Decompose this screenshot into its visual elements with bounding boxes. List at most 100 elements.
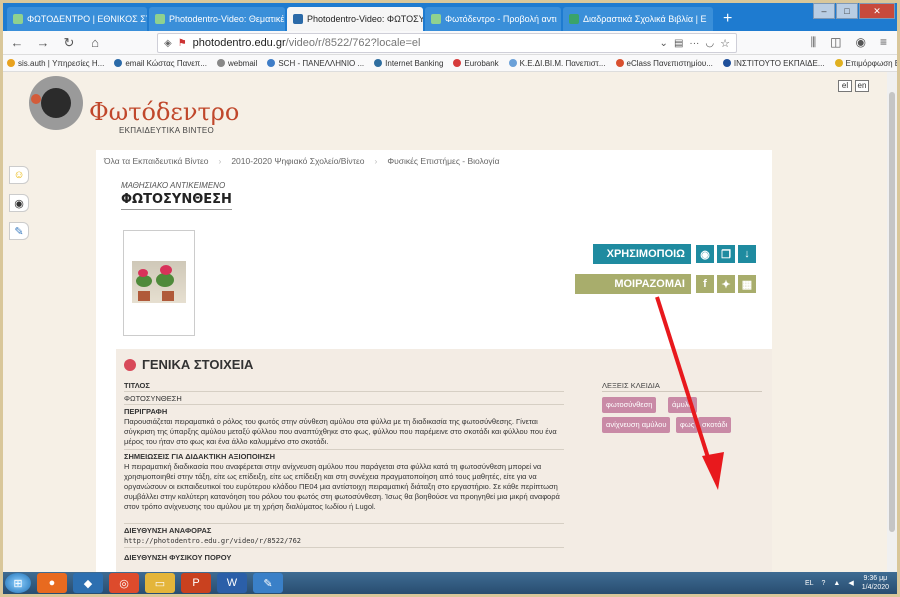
- home-icon[interactable]: ⌂: [87, 35, 103, 50]
- clock[interactable]: 9:36 μμ 1/4/2020: [862, 574, 889, 592]
- page-title: ΦΩΤΟΣΥΝΘΕΣΗ: [121, 192, 232, 210]
- qr-code-icon[interactable]: ▦: [738, 275, 756, 293]
- lang-el-button[interactable]: el: [838, 80, 852, 92]
- address-bar[interactable]: ◈ ⚑ photodentro.edu.gr/video/r/8522/762?…: [157, 33, 737, 53]
- tab-2[interactable]: Photodentro-Video: Θεματικέ ✕: [149, 7, 285, 31]
- keyword-tag[interactable]: άμυλο: [668, 397, 697, 413]
- reload-icon[interactable]: ↻: [61, 35, 77, 51]
- page-scrollbar[interactable]: [887, 72, 897, 572]
- bookmarks-bar: sis.auth | Υπηρεσίες Η... email Κώστας Π…: [3, 55, 897, 72]
- site-info-icon[interactable]: ⚑: [178, 38, 187, 49]
- bookmark-item[interactable]: sis.auth | Υπηρεσίες Η...: [7, 59, 104, 68]
- bookmark-star-icon[interactable]: ☆: [720, 37, 730, 50]
- powerpoint-icon[interactable]: P: [181, 573, 211, 593]
- notes-label: ΣΗΜΕΙΩΣΕΙΣ ΓΙΑ ΔΙΔΑΚΤΙΚΗ ΑΞΙΟΠΟΙΗΣΗ: [124, 452, 276, 461]
- divider: [124, 391, 564, 392]
- site-title[interactable]: Φωτόδεντρο: [89, 98, 239, 126]
- divider: [602, 391, 762, 392]
- reference-link[interactable]: http://photodentro.edu.gr/video/r/8522/7…: [124, 537, 301, 545]
- keywords-label: ΛΕΞΕΙΣ ΚΛΕΙΔΙΑ: [602, 381, 660, 390]
- paint-icon[interactable]: ✎: [253, 573, 283, 593]
- url-text: photodentro.edu.gr/video/r/8522/762?loca…: [192, 37, 421, 49]
- breadcrumb-item[interactable]: Φυσικές Επιστήμες - Βιολογία: [387, 156, 499, 166]
- bookmark-item[interactable]: email Κώστας Πανεπ...: [114, 59, 207, 68]
- physical-resource-label: ΔΙΕΥΘΥΝΣΗ ΦΥΣΙΚΟΥ ΠΟΡΟΥ: [124, 553, 232, 562]
- lang-en-button[interactable]: en: [855, 80, 869, 92]
- reference-label: ΔΙΕΥΘΥΝΣΗ ΑΝΑΦΟΡΑΣ: [124, 526, 212, 535]
- page-actions-icon[interactable]: ···: [689, 38, 699, 49]
- browser-tab-bar: ΦΩΤΟΔΕΝΤΡΟ | ΕΘΝΙΚΟΣ ΣΥΣ ✕ Photodentro-V…: [3, 3, 897, 31]
- back-icon[interactable]: ←: [9, 35, 25, 50]
- use-button[interactable]: ΧΡΗΣΙΜΟΠΟΙΩ: [593, 244, 691, 264]
- chrome-icon[interactable]: ◎: [109, 573, 139, 593]
- tab-4[interactable]: Φωτόδεντρο - Προβολή αντι ✕: [425, 7, 561, 31]
- scrollbar-thumb[interactable]: [889, 92, 895, 532]
- twitter-icon[interactable]: ✦: [717, 275, 735, 293]
- pot-shape: [138, 291, 150, 301]
- facebook-icon[interactable]: f: [696, 275, 714, 293]
- flower-shape: [138, 269, 148, 277]
- keyword-tag[interactable]: σκοτάδι: [698, 417, 732, 433]
- bookmark-favicon-icon: [722, 59, 731, 67]
- word-icon[interactable]: W: [217, 573, 247, 593]
- start-button-icon[interactable]: ⊞: [5, 573, 31, 593]
- pocket-icon[interactable]: ◡: [705, 38, 714, 49]
- photodentro-network-icon[interactable]: ◉: [9, 194, 29, 212]
- breadcrumb-item[interactable]: 2010-2020 Ψηφιακό Σχολείο/Βίντεο: [231, 156, 364, 166]
- bookmark-item[interactable]: Επιμόρφωση Β2 Επιπ...: [834, 59, 897, 68]
- site-subtitle: ΕΚΠΑΙΔΕΥΤΙΚΑ ΒΙΝΤΕΟ: [119, 126, 215, 135]
- help-icon[interactable]: ?: [822, 580, 826, 587]
- url-dropdown-icon[interactable]: ⌄: [660, 38, 668, 49]
- bookmark-item[interactable]: Κ.Ε.ΔΙ.ΒΙ.Μ. Πανεπιστ...: [508, 59, 606, 68]
- language-indicator[interactable]: EL: [805, 580, 814, 587]
- firefox-icon[interactable]: ●: [37, 573, 67, 593]
- file-explorer-icon[interactable]: ▭: [145, 573, 175, 593]
- copy-icon[interactable]: ❐: [717, 245, 735, 263]
- library-icon[interactable]: ⫼: [811, 35, 817, 50]
- bookmark-item[interactable]: SCH - ΠΑΝΕΛΛΗΝΙΟ ...: [267, 59, 364, 68]
- browser-nav-bar: ← → ↻ ⌂ ◈ ⚑ photodentro.edu.gr/video/r/8…: [3, 31, 897, 55]
- edit-icon[interactable]: ✎: [9, 222, 29, 240]
- menu-icon[interactable]: ≡: [880, 35, 887, 50]
- tab-label: Διαδραστικά Σχολικά Βιβλία | Ε: [583, 14, 707, 24]
- view-icon[interactable]: ◉: [696, 245, 714, 263]
- network-icon[interactable]: ▲: [833, 580, 840, 587]
- account-icon[interactable]: ◉: [856, 35, 866, 50]
- download-icon[interactable]: ↓: [738, 245, 756, 263]
- tab-3-active[interactable]: Photodentro-Video: ΦΩΤΟΣΥΝ ✕: [287, 7, 423, 31]
- breadcrumb-item[interactable]: Όλα τα Εκπαιδευτικά Βίντεο: [104, 156, 208, 166]
- clock-time: 9:36 μμ: [863, 575, 888, 582]
- bookmark-favicon-icon: [508, 59, 517, 67]
- leaf-shape: [156, 273, 174, 287]
- divider: [124, 547, 564, 548]
- sidebar-icon[interactable]: ◫: [830, 35, 841, 50]
- video-thumbnail[interactable]: [123, 230, 195, 336]
- volume-icon[interactable]: ◀: [848, 579, 853, 587]
- side-tools: ☺ ◉ ✎: [9, 166, 29, 240]
- minimize-button[interactable]: –: [813, 3, 835, 19]
- toolbar-right: ⫼ ◫ ◉ ≡: [811, 35, 887, 50]
- bookmark-item[interactable]: Eurobank: [453, 59, 499, 68]
- tab-1[interactable]: ΦΩΤΟΔΕΝΤΡΟ | ΕΘΝΙΚΟΣ ΣΥΣ ✕: [7, 7, 147, 31]
- bookmark-item[interactable]: eClass Πανεπιστημίου...: [615, 59, 713, 68]
- keyword-tag[interactable]: φως: [676, 417, 699, 433]
- maximize-button[interactable]: □: [836, 3, 858, 19]
- reader-view-icon[interactable]: ▤: [674, 38, 683, 49]
- feedback-icon[interactable]: ☺: [9, 166, 29, 184]
- keyword-tag[interactable]: ανίχνευση αμύλου: [602, 417, 671, 433]
- keyword-tag[interactable]: φωτοσύνθεση: [602, 397, 657, 413]
- tab-label: Photodentro-Video: Θεματικέ: [169, 14, 285, 24]
- teamviewer-icon[interactable]: ◆: [73, 573, 103, 593]
- breadcrumb-separator: ›: [218, 156, 222, 166]
- share-button[interactable]: ΜΟΙΡΑΖΟΜΑΙ: [575, 274, 691, 294]
- photodentro-logo-icon[interactable]: [29, 76, 83, 130]
- system-tray: EL ? ▲ ◀ 9:36 μμ 1/4/2020: [805, 574, 889, 592]
- forward-icon[interactable]: →: [35, 35, 51, 50]
- tab-5[interactable]: Διαδραστικά Σχολικά Βιβλία | Ε ✕: [563, 7, 713, 31]
- close-window-button[interactable]: ✕: [859, 3, 895, 19]
- bookmark-item[interactable]: ΙΝΣΤΙΤΟΥΤΟ ΕΚΠΑΙΔΕ...: [722, 59, 825, 68]
- bookmark-item[interactable]: Internet Banking: [374, 59, 443, 68]
- new-tab-button[interactable]: +: [715, 7, 740, 31]
- tab-favicon-icon: [13, 14, 23, 24]
- bookmark-item[interactable]: webmail: [217, 59, 257, 68]
